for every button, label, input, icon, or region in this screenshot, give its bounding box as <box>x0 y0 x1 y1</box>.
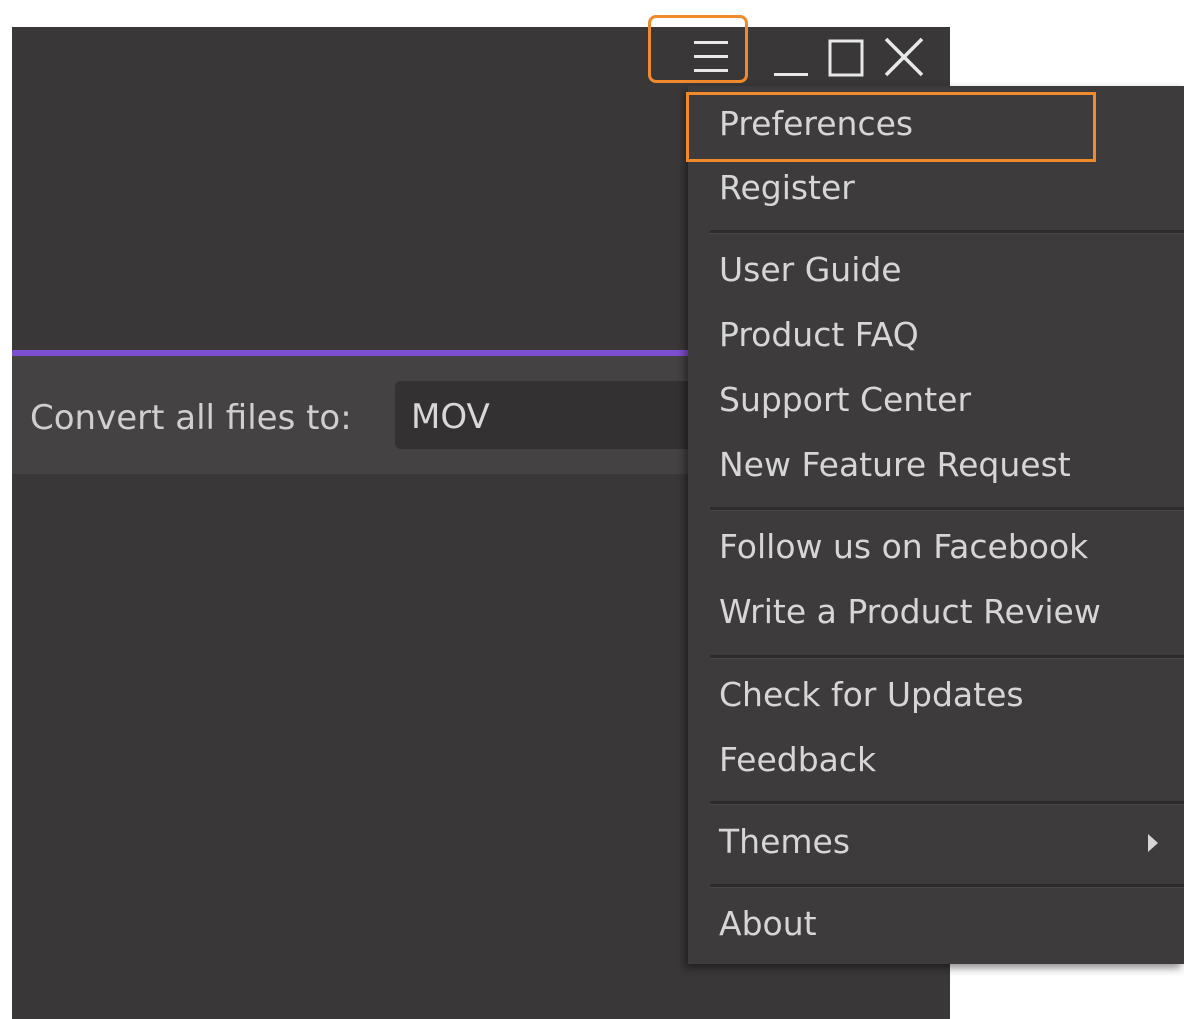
maximize-button[interactable] <box>826 35 868 79</box>
minimize-button[interactable] <box>772 35 812 79</box>
menu-item-label: New Feature Request <box>719 445 1071 484</box>
menu-item-label: Product FAQ <box>719 315 919 354</box>
maximize-icon <box>828 39 864 77</box>
menu-item-label: About <box>719 904 817 943</box>
main-dropdown-menu: Preferences Register User Guide Product … <box>686 86 1184 964</box>
menu-item-label: Write a Product Review <box>719 592 1101 631</box>
main-menu-button[interactable] <box>648 15 748 83</box>
menu-item-label: Themes <box>719 822 851 861</box>
menu-item-label: Feedback <box>719 740 877 779</box>
menu-item-register[interactable]: Register <box>688 158 1184 218</box>
menu-item-label: User Guide <box>719 250 902 289</box>
close-button[interactable] <box>880 35 928 79</box>
convert-all-label: Convert all files to: <box>30 398 352 438</box>
hamburger-menu-icon <box>694 41 728 72</box>
submenu-arrow-icon <box>1148 834 1158 852</box>
menu-item-support-center[interactable]: Support Center <box>688 370 1184 430</box>
menu-separator <box>710 801 1184 805</box>
output-format-select[interactable]: MOV <box>395 381 715 449</box>
menu-item-label: Register <box>719 168 855 207</box>
menu-item-label: Support Center <box>719 380 972 419</box>
menu-item-new-feature-request[interactable]: New Feature Request <box>688 435 1184 495</box>
output-format-value: MOV <box>411 397 490 437</box>
screenshot-stage: Convert all files to: MOV Preferences Re… <box>0 0 1184 1019</box>
menu-item-label: Follow us on Facebook <box>719 527 1089 566</box>
close-icon <box>884 37 924 77</box>
menu-item-themes[interactable]: Themes <box>688 812 1184 872</box>
menu-item-label: Check for Updates <box>719 675 1024 714</box>
menu-item-about[interactable]: About <box>688 894 1184 954</box>
menu-item-label: Preferences <box>719 104 914 143</box>
menu-item-write-review[interactable]: Write a Product Review <box>688 582 1184 642</box>
menu-separator <box>710 884 1184 888</box>
menu-item-follow-facebook[interactable]: Follow us on Facebook <box>688 517 1184 577</box>
menu-item-product-faq[interactable]: Product FAQ <box>688 305 1184 365</box>
menu-item-preferences[interactable]: Preferences <box>688 94 1184 154</box>
titlebar-controls <box>648 15 948 85</box>
menu-separator <box>710 230 1184 234</box>
menu-separator <box>710 507 1184 511</box>
menu-item-user-guide[interactable]: User Guide <box>688 240 1184 300</box>
menu-separator <box>710 655 1184 659</box>
minimize-icon <box>774 73 808 76</box>
menu-item-feedback[interactable]: Feedback <box>688 730 1184 790</box>
menu-item-check-updates[interactable]: Check for Updates <box>688 665 1184 725</box>
